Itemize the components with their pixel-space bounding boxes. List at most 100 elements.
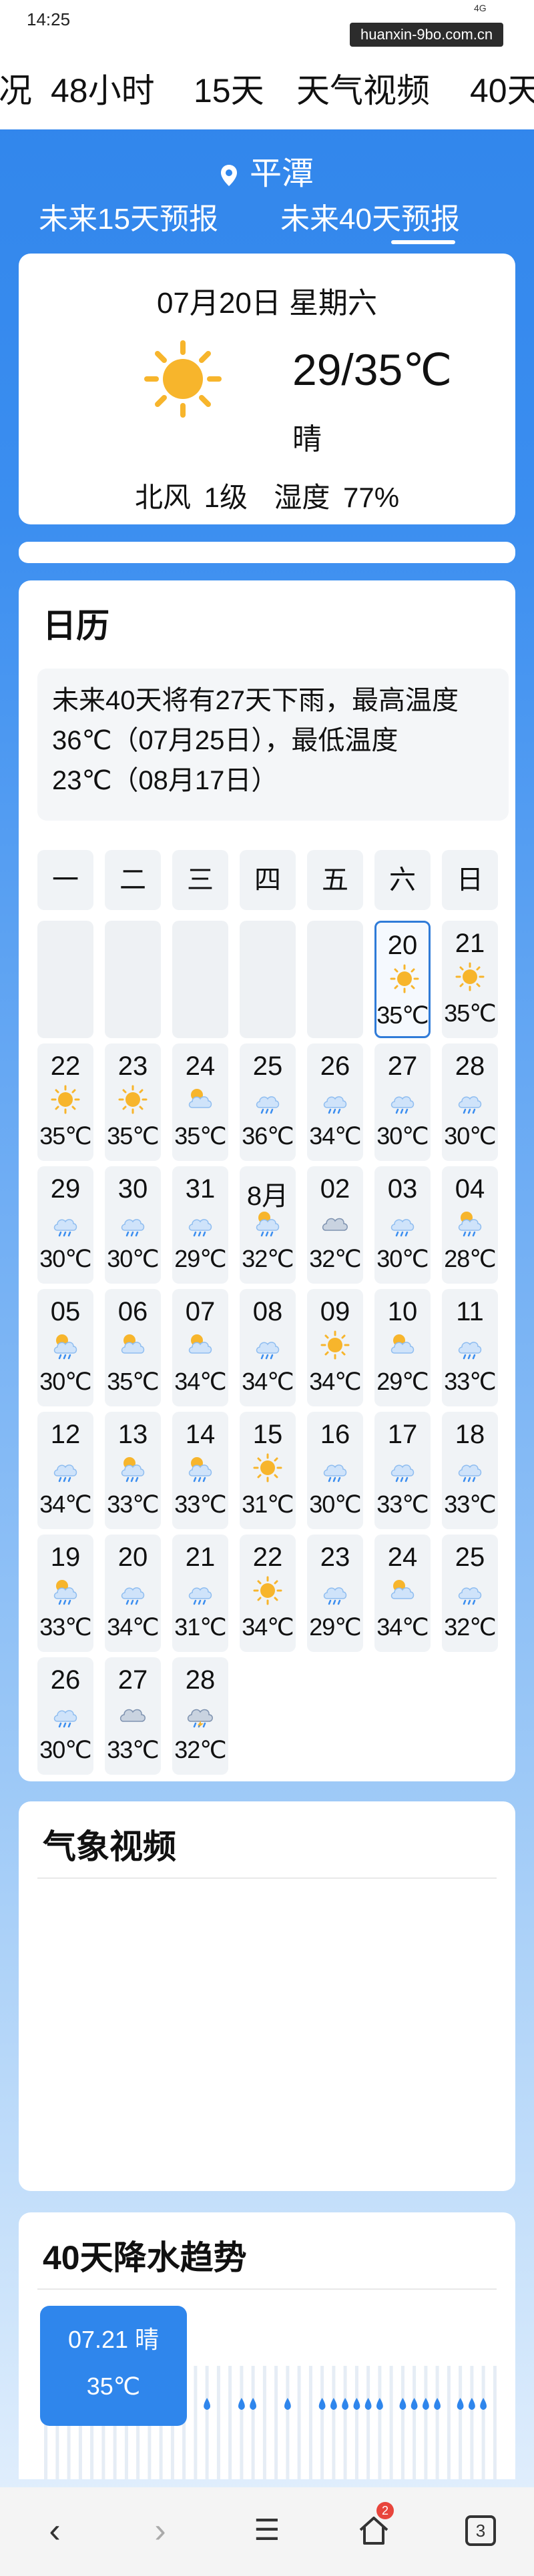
calendar-day[interactable]: 24 35℃ [172,1043,228,1161]
calendar-day[interactable]: 25 36℃ [240,1043,296,1161]
calendar-day[interactable]: 20 34℃ [105,1535,161,1652]
sun-rain-icon [188,1457,212,1482]
calendar-day[interactable]: 04 28℃ [442,1166,498,1284]
calendar-day[interactable]: 24 34℃ [374,1535,431,1652]
subtab-15-day-forecast[interactable]: 未来15天预报 [39,195,218,238]
calendar-day[interactable]: 14 33℃ [172,1412,228,1529]
calendar-day-number: 08 [252,1297,283,1326]
calendar-day[interactable]: 28 30℃ [442,1043,498,1161]
calendar-day[interactable]: 03 30℃ [374,1166,431,1284]
calendar-day[interactable]: 30 30℃ [105,1166,161,1284]
calendar-day-number: 24 [185,1051,216,1081]
calendar-day[interactable]: 8月 32℃ [240,1166,296,1284]
calendar-day-temp: 33℃ [444,1368,496,1395]
calendar-day[interactable]: 25 32℃ [442,1535,498,1652]
calendar-day[interactable]: 23 29℃ [307,1535,363,1652]
trend-tooltip-date: 07.21 晴 [67,2326,160,2353]
rain-drop-mark [423,2398,429,2410]
calendar-day[interactable]: 17 33℃ [374,1412,431,1529]
calendar-day[interactable]: 31 29℃ [172,1166,228,1284]
rain-drop-mark [342,2398,348,2410]
tab-weather-video[interactable]: 天气视频 [296,64,430,112]
calendar-day-number: 19 [50,1543,81,1572]
back-button[interactable]: ‹ [28,2507,81,2554]
calendar-day-temp: 29℃ [376,1368,429,1395]
calendar-day-temp: 31℃ [242,1490,294,1518]
calendar-day[interactable]: 28 32℃ [172,1657,228,1775]
calendar-day[interactable]: 15 31℃ [240,1412,296,1529]
weekday-header: 四 [240,850,296,910]
calendar-day[interactable]: 26 34℃ [307,1043,363,1161]
cloudy-icon [322,1218,348,1231]
calendar-day[interactable]: 07 34℃ [172,1289,228,1406]
calendar-day-number: 26 [320,1051,350,1081]
calendar-day[interactable]: 16 30℃ [307,1412,363,1529]
calendar-day[interactable]: 27 30℃ [374,1043,431,1161]
location-header[interactable]: 平潭 [0,147,534,193]
calendar-day-temp: 30℃ [39,1245,91,1272]
calendar-day[interactable]: 20 35℃ [374,921,431,1038]
calendar-day-temp: 33℃ [107,1490,159,1518]
rain-icon [458,1587,482,1605]
video-title: 气象视频 [43,1828,176,1865]
calendar-day[interactable]: 13 33℃ [105,1412,161,1529]
rain-icon [323,1587,347,1605]
calendar-day-temp: 34℃ [376,1613,429,1641]
calendar-day[interactable]: 12 34℃ [37,1412,93,1529]
calendar-empty-cell [307,921,363,1038]
calendar-day-temp: 30℃ [444,1122,496,1150]
tab-overview[interactable]: 况 [0,64,32,112]
calendar-day[interactable]: 08 34℃ [240,1289,296,1406]
partly-cloudy-icon [121,1334,145,1354]
calendar-day[interactable]: 26 30℃ [37,1657,93,1775]
today-temperature: 29/35℃ [292,345,453,394]
sun-icon [51,1085,80,1114]
rain-icon [256,1342,280,1360]
tabs-button[interactable]: 3 [454,2507,507,2554]
calendar-day[interactable]: 05 30℃ [37,1289,93,1406]
calendar-day[interactable]: 22 35℃ [37,1043,93,1161]
rain-icon [323,1096,347,1114]
calendar-day[interactable]: 22 34℃ [240,1535,296,1652]
calendar-day-number: 07 [185,1297,216,1326]
calendar-day[interactable]: 21 31℃ [172,1535,228,1652]
calendar-day[interactable]: 02 32℃ [307,1166,363,1284]
signal-indicator: 4G [474,3,487,13]
forward-button[interactable]: › [134,2507,187,2554]
rain-icon [256,1096,280,1114]
rain-drop-mark [399,2398,407,2410]
rain-icon [390,1096,415,1114]
video-divider [37,1877,497,1879]
calendar-title: 日历 [43,607,109,645]
tab-15-days[interactable]: 15天 [194,64,264,112]
calendar-day[interactable]: 23 35℃ [105,1043,161,1161]
subtab-active-indicator [391,240,455,244]
calendar-day-number: 16 [320,1420,350,1449]
calendar-day-temp: 35℃ [174,1122,226,1150]
calendar-day[interactable]: 27 33℃ [105,1657,161,1775]
calendar-day[interactable]: 18 33℃ [442,1412,498,1529]
tab-40-days[interactable]: 40天 [470,64,534,112]
calendar-day-temp: 30℃ [107,1245,159,1272]
subtab-40-day-forecast[interactable]: 未来40天预报 [280,195,460,238]
calendar-day-temp: 34℃ [242,1368,294,1395]
calendar-day[interactable]: 21 35℃ [442,921,498,1038]
calendar-day-number: 04 [455,1174,485,1204]
thunder-rain-icon [187,1709,213,1728]
calendar-day-number: 21 [185,1543,216,1572]
calendar-day[interactable]: 10 29℃ [374,1289,431,1406]
today-card: 07月20日 星期六 29/35℃ 晴 北风 1级 湿度 77% [19,254,515,524]
calendar-day-number: 23 [117,1051,148,1081]
calendar-day[interactable]: 11 33℃ [442,1289,498,1406]
calendar-day-temp: 28℃ [444,1245,496,1272]
calendar-day[interactable]: 29 30℃ [37,1166,93,1284]
calendar-day[interactable]: 19 33℃ [37,1535,93,1652]
today-condition: 晴 [292,423,322,456]
calendar-day[interactable]: 09 34℃ [307,1289,363,1406]
calendar-day-number: 22 [50,1051,81,1081]
tab-48-hours[interactable]: 48小时 [51,64,155,112]
sun-icon [253,1576,282,1605]
menu-button[interactable]: ☰ [240,2507,294,2554]
calendar-day-temp: 32℃ [444,1613,496,1641]
calendar-day[interactable]: 06 35℃ [105,1289,161,1406]
